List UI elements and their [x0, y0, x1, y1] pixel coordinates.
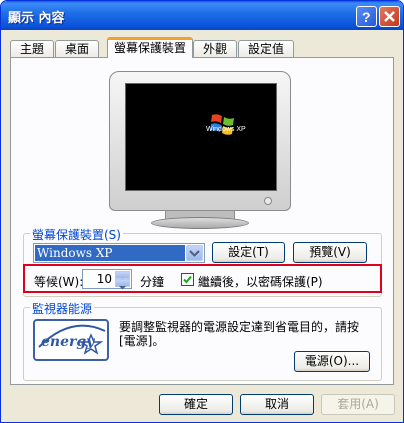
preview-logo-text: Windows XP [206, 126, 246, 133]
highlight-annotation-box [23, 264, 382, 293]
tab-settings[interactable]: 設定值 [238, 40, 294, 57]
monitor-power-group-label: 監視器能源 [30, 300, 95, 317]
screensaver-selected-value: Windows XP [35, 245, 185, 261]
power-description-line2: [電源]。 [119, 334, 165, 348]
tab-appearance[interactable]: 外觀 [193, 40, 237, 57]
monitor-power-led [264, 197, 272, 205]
settings-button[interactable]: 設定(T) [212, 242, 285, 263]
power-button[interactable]: 電源(O)... [294, 351, 370, 372]
cancel-button[interactable]: 取消 [240, 394, 314, 415]
screensaver-group-label: 螢幕保護裝置(S) [30, 226, 123, 243]
display-properties-window: 顯示 內容 ? 主題 桌面 螢幕保護裝置 外觀 設定值 Windows XP 螢… [0, 0, 404, 423]
preview-button[interactable]: 預覽(V) [293, 242, 367, 263]
svg-text:?: ? [362, 9, 371, 25]
monitor-base [151, 217, 249, 229]
help-button[interactable]: ? [356, 6, 377, 27]
window-title: 顯示 內容 [8, 11, 65, 26]
close-icon [384, 11, 395, 22]
close-button[interactable] [379, 6, 400, 27]
monitor-preview: Windows XP [109, 71, 291, 229]
energy-logo-text: energy [41, 334, 95, 350]
title-bar[interactable]: 顯示 內容 ? [1, 1, 403, 30]
tab-desktop[interactable]: 桌面 [55, 40, 99, 57]
question-icon: ? [362, 9, 371, 25]
dropdown-arrow-button[interactable] [186, 245, 203, 261]
ok-button[interactable]: 確定 [159, 394, 233, 415]
preview-screen: Windows XP [125, 83, 277, 191]
tab-screensaver[interactable]: 螢幕保護裝置 [107, 37, 193, 58]
tab-themes[interactable]: 主題 [10, 40, 54, 57]
monitor-frame: Windows XP [109, 71, 291, 211]
screensaver-select[interactable]: Windows XP [33, 243, 205, 263]
chevron-down-icon [189, 250, 200, 257]
energy-star-logo: energy [33, 319, 109, 361]
apply-button[interactable]: 套用(A) [321, 394, 395, 415]
